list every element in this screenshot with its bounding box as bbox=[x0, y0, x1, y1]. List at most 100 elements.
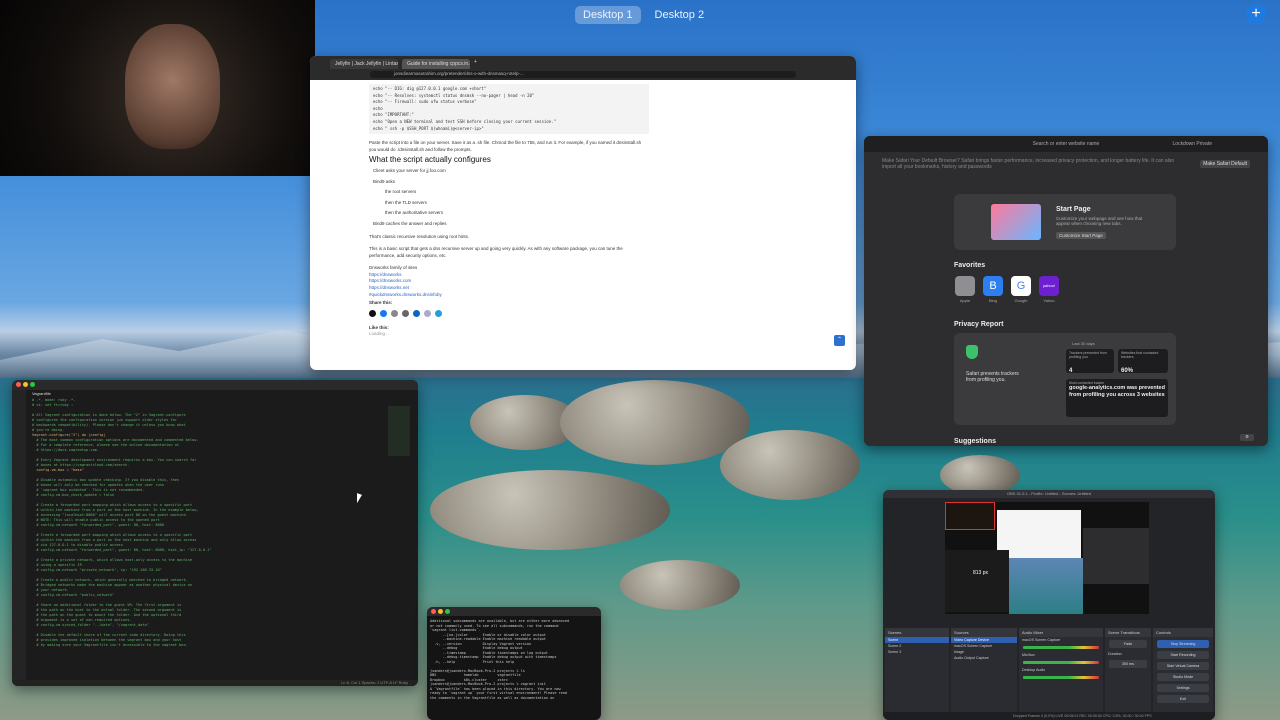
scroll-top-button[interactable]: ⌃ bbox=[834, 335, 845, 346]
mixer-channel: Mic/Aux bbox=[1022, 653, 1035, 657]
wallpaper-rock bbox=[940, 455, 1020, 495]
transition-select[interactable]: Fade bbox=[1109, 640, 1147, 648]
wallpaper-rock bbox=[430, 470, 670, 550]
stat-value: 60% bbox=[1121, 368, 1134, 374]
code-line: echo "-- Firewall: sudo ufw status verbo… bbox=[373, 99, 477, 105]
make-default-button[interactable]: Make Safari Default bbox=[1200, 160, 1250, 168]
favorite-yahoo[interactable]: yahoo! Yahoo bbox=[1038, 276, 1060, 303]
source-item[interactable]: Audio Output Capture bbox=[951, 655, 1017, 661]
obs-window: OBS 31.0.1 - Profile: Untitled - Scenes:… bbox=[883, 490, 1215, 720]
google-icon: G bbox=[1011, 276, 1031, 296]
favorites-title: Favorites bbox=[954, 262, 986, 269]
volume-meter[interactable] bbox=[1023, 676, 1099, 679]
virtual-camera-button[interactable]: Start Virtual Camera bbox=[1157, 662, 1209, 670]
space-desktop-2[interactable]: Desktop 2 bbox=[647, 6, 713, 24]
address-bar[interactable]: jonsdinarmasutrahim.org/pretender/dns-o-… bbox=[370, 71, 796, 78]
editor-activity-bar[interactable] bbox=[12, 390, 26, 686]
editor-code[interactable]: # -*- mode: ruby -*- # vi: set ft=ruby : … bbox=[32, 398, 212, 648]
editor-tab[interactable]: Vagrantfile bbox=[32, 391, 51, 396]
favorite-google[interactable]: G Google bbox=[1010, 276, 1032, 303]
settings-button[interactable]: Settings bbox=[1157, 684, 1209, 692]
stat-value: 4 bbox=[1069, 368, 1073, 374]
code-line: # by making sure your Vagrantfile isn't … bbox=[32, 643, 188, 647]
exit-button[interactable]: Exit bbox=[1157, 695, 1209, 703]
stat-label: Trackers prevented from profiling you bbox=[1069, 351, 1107, 359]
terminal-output[interactable]: Additional subcommands are available, bu… bbox=[427, 616, 601, 703]
site-link[interactable]: #quickdnsworks.dnsworks.dnsinfoby bbox=[369, 292, 797, 299]
bluesky-share-icon[interactable] bbox=[424, 309, 431, 317]
dock-title: Audio Mixer bbox=[1019, 628, 1103, 637]
code-line: # config.vm.network "forwarded_port", gu… bbox=[32, 548, 212, 552]
stop-streaming-button[interactable]: Stop Streaming bbox=[1157, 640, 1209, 648]
start-page-title: Start Page bbox=[1056, 206, 1091, 213]
preview-wallpaper bbox=[1009, 558, 1083, 614]
favorite-label: Google bbox=[1014, 298, 1028, 303]
article-intro: Paste the script into a file on your ser… bbox=[369, 140, 642, 152]
code-line: echo "-- Resolves: systemctl status dnsm… bbox=[373, 92, 535, 98]
x-share-icon[interactable] bbox=[369, 309, 376, 317]
favorite-apple[interactable]: Apple bbox=[954, 276, 976, 303]
add-space-button[interactable]: + bbox=[1246, 4, 1266, 24]
code-block: echo "-- DIG: dig @127.0.0.1 google.com … bbox=[369, 84, 649, 135]
preview-browser bbox=[997, 510, 1081, 558]
space-desktop-1[interactable]: Desktop 1 bbox=[575, 6, 641, 24]
start-recording-button[interactable]: Start Recording bbox=[1157, 651, 1209, 659]
site-link[interactable]: https://dnsworks bbox=[369, 272, 797, 279]
sub-bullet: the root servers bbox=[385, 189, 417, 195]
safari-address-bar[interactable]: Search or enter website name bbox=[1033, 141, 1100, 147]
linkedin-share-icon[interactable] bbox=[413, 309, 420, 317]
privacy-text: Safari prevents trackers from profiling … bbox=[966, 371, 1019, 383]
safari-toolbar: Search or enter website name Lockdown Pr… bbox=[864, 136, 1268, 152]
websites-stat: Websites that contacted trackers 60% bbox=[1118, 349, 1168, 374]
article-content: echo "-- DIG: dig @127.0.0.1 google.com … bbox=[310, 80, 856, 342]
new-tab-button[interactable]: + bbox=[474, 59, 477, 69]
start-page-thumbnail bbox=[991, 204, 1041, 240]
mixer-channel: Desktop Audio bbox=[1022, 668, 1046, 672]
audio-mixer-dock: Audio Mixer macOS Screen Capture Mic/Aux… bbox=[1019, 628, 1103, 716]
obs-preview[interactable]: 813 px bbox=[945, 502, 1149, 614]
studio-mode-button[interactable]: Studio Mode bbox=[1157, 673, 1209, 681]
terminal-window: Additional subcommands are available, bu… bbox=[427, 607, 601, 720]
suggestions-title: Suggestions bbox=[954, 438, 997, 445]
start-page-settings-icon[interactable]: ⚙ bbox=[1240, 434, 1254, 441]
volume-meter[interactable] bbox=[1023, 661, 1099, 664]
reddit-share-icon[interactable] bbox=[402, 309, 409, 317]
mission-control-spaces: Desktop 1 Desktop 2 bbox=[575, 6, 712, 24]
site-link[interactable]: https://dnsworks.com bbox=[369, 278, 797, 285]
start-page-card: Start Page Customize your webpage and se… bbox=[954, 194, 1176, 250]
links-title: Dnsworks family of sites bbox=[369, 265, 418, 271]
trackers-stat: Trackers prevented from profiling you 4 bbox=[1066, 349, 1114, 374]
favorite-label: Yahoo bbox=[1043, 298, 1055, 303]
desktop: Desktop 1 Desktop 2 + Jellyfin | Jack Je… bbox=[0, 0, 1280, 720]
editor-statusbar: Ln 8, Col 1 Spaces: 2 UTF-8 LF Ruby bbox=[12, 680, 418, 686]
telegram-share-icon[interactable] bbox=[435, 309, 442, 317]
dock-title: Sources bbox=[951, 628, 1017, 637]
preview-editor bbox=[945, 550, 1009, 612]
wallpaper-rock bbox=[720, 430, 860, 500]
customize-start-page-button[interactable]: Customize Start Page bbox=[1056, 232, 1106, 239]
browser-tab-active[interactable]: Guide for installing cppcs.in.32 bbox=[402, 59, 470, 69]
scenes-dock: Scenes Scene Scene 2 Scene 3 bbox=[885, 628, 949, 716]
bullet: Bind9 asks bbox=[373, 178, 396, 184]
privacy-report-card[interactable]: Safari prevents trackers from profiling … bbox=[954, 333, 1176, 425]
code-line: echo " ssh -p $SSH_PORT $(whoami)@<serve… bbox=[373, 125, 484, 131]
preview-size-label: 813 px bbox=[973, 570, 989, 576]
lockdown-label: Lockdown Private bbox=[1172, 141, 1212, 147]
scene-item[interactable]: Scene 3 bbox=[885, 649, 949, 655]
wallpaper-rock bbox=[560, 380, 750, 465]
editor-minimap[interactable] bbox=[388, 406, 410, 456]
browser-tab[interactable]: Jellyfin | Jack Jellyfin | Lintas El... bbox=[330, 59, 398, 69]
paragraph: This is a basic script that gets a dns r… bbox=[369, 246, 623, 258]
safari-window: Search or enter website name Lockdown Pr… bbox=[864, 136, 1268, 446]
facebook-share-icon[interactable] bbox=[380, 309, 387, 317]
preview-webcam bbox=[945, 502, 995, 530]
volume-meter[interactable] bbox=[1023, 646, 1099, 649]
editor-window: Vagrantfile # -*- mode: ruby -*- # vi: se… bbox=[12, 380, 418, 686]
site-link[interactable]: https://dnsworks.net bbox=[369, 285, 797, 292]
favorite-bing[interactable]: B Bing bbox=[982, 276, 1004, 303]
email-share-icon[interactable] bbox=[391, 309, 398, 317]
duration-input[interactable]: 300 ms bbox=[1109, 660, 1147, 668]
like-label: Like this: bbox=[369, 324, 389, 330]
shield-icon bbox=[966, 345, 978, 359]
browser-toolbar: Jellyfin | Jack Jellyfin | Lintas El... … bbox=[310, 56, 856, 80]
